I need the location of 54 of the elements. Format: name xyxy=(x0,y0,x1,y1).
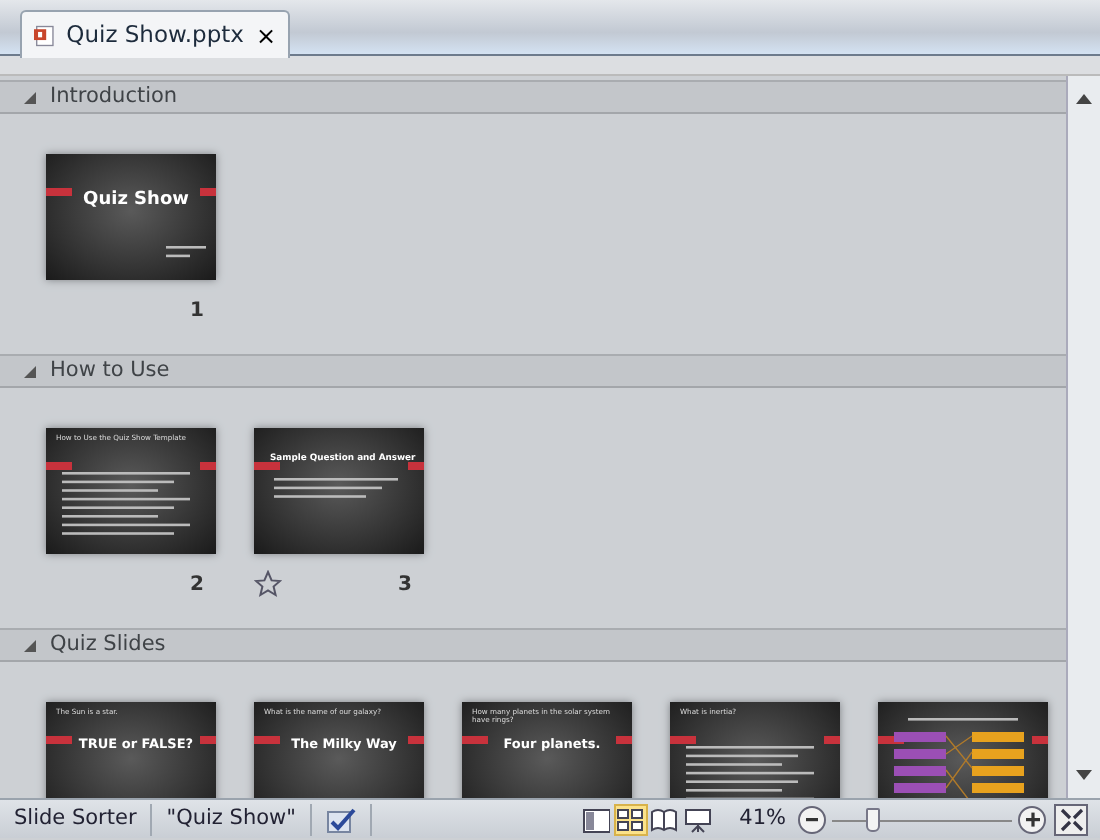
accent-bar xyxy=(46,188,72,196)
section-header[interactable]: How to Use xyxy=(0,354,1066,388)
text-lines-drawing xyxy=(166,246,206,258)
accent-bar xyxy=(200,188,216,196)
section-header[interactable]: Quiz Slides xyxy=(0,628,1066,662)
section-toggle-icon[interactable] xyxy=(24,365,38,377)
scrollbar[interactable] xyxy=(1066,76,1100,798)
normal-view-button[interactable] xyxy=(579,803,614,835)
slide-number: 3 xyxy=(398,571,412,599)
accent-bar xyxy=(408,462,424,470)
section-toggle-icon[interactable] xyxy=(24,91,38,103)
accent-bar xyxy=(1032,736,1048,744)
spell-check-icon[interactable] xyxy=(325,805,356,833)
matching-diagram-drawing xyxy=(894,718,1024,798)
accent-bar xyxy=(824,736,840,744)
section-toggle-icon[interactable] xyxy=(24,639,38,651)
accent-bar xyxy=(46,462,72,470)
accent-bar xyxy=(46,736,72,744)
accent-bar xyxy=(408,736,424,744)
plus-icon xyxy=(1023,810,1041,828)
section-name: Quiz Slides xyxy=(50,629,166,660)
accent-bar xyxy=(254,736,280,744)
section-name: Introduction xyxy=(50,81,178,112)
status-text: "Quiz Show" xyxy=(152,803,312,835)
slide-thumbnail[interactable] xyxy=(878,702,1048,798)
slide-thumbnail[interactable]: Quiz Show xyxy=(46,154,216,280)
text-lines-drawing xyxy=(274,478,398,500)
accent-bar xyxy=(254,462,280,470)
scroll-up-icon[interactable] xyxy=(1074,90,1094,106)
accent-bar xyxy=(670,736,696,744)
zoom-percent[interactable]: 41% xyxy=(739,803,786,835)
slide-title: Quiz Show xyxy=(81,188,191,214)
zoom-slider-thumb[interactable] xyxy=(865,807,880,831)
accent-bar xyxy=(462,736,488,744)
zoom-out-button[interactable] xyxy=(798,805,826,833)
zoom-in-button[interactable] xyxy=(1018,805,1046,833)
slide-number: 1 xyxy=(190,297,204,325)
section-name: How to Use xyxy=(50,355,170,386)
text-lines-drawing xyxy=(62,472,190,538)
document-tab[interactable]: Quiz Show.pptx × xyxy=(20,10,290,58)
slide-show-button[interactable] xyxy=(681,803,716,835)
accent-bar xyxy=(200,462,216,470)
text-lines-drawing xyxy=(686,746,814,798)
status-text: Slide Sorter xyxy=(0,803,153,835)
accent-bar xyxy=(200,736,216,744)
accent-bar xyxy=(616,736,632,744)
reading-view-button[interactable] xyxy=(647,803,682,835)
slide-number: 2 xyxy=(190,571,204,599)
zoom-slider[interactable] xyxy=(832,805,1012,833)
scroll-down-icon[interactable] xyxy=(1074,766,1094,782)
slide-sorter-button[interactable] xyxy=(613,803,648,835)
section-header[interactable]: Introduction xyxy=(0,80,1066,114)
fit-to-window-button[interactable] xyxy=(1054,803,1088,835)
close-button[interactable]: × xyxy=(255,23,276,47)
